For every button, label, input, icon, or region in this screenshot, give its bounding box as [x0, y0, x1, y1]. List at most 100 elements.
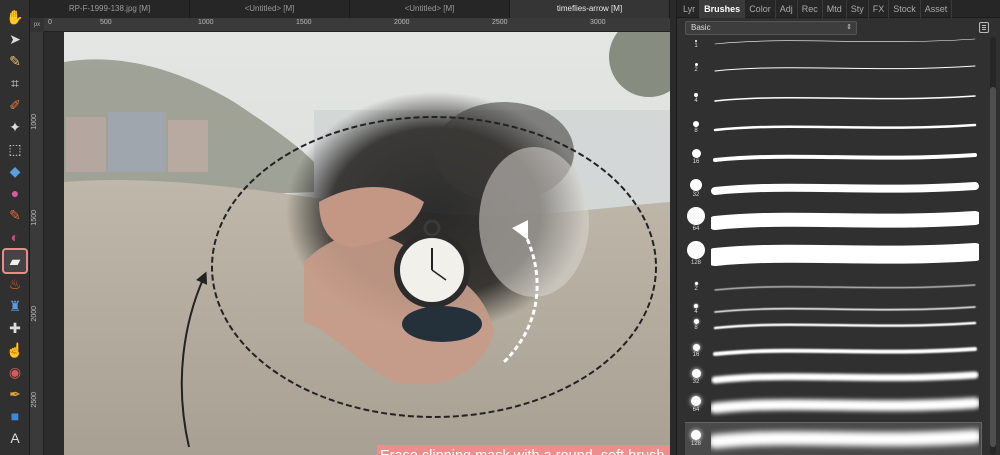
- crop-tool[interactable]: ⌗: [4, 72, 26, 94]
- horizontal-ruler[interactable]: 0 500 1000 1500 2000 2500 3000: [30, 18, 670, 32]
- brush-size-label: 8: [694, 127, 698, 134]
- view-tool[interactable]: ✋: [4, 6, 26, 28]
- move-pointer-icon: ➤: [9, 31, 21, 47]
- brush-preset[interactable]: 64: [685, 390, 981, 422]
- brush-size-label: 2: [694, 67, 698, 74]
- document-tab-1[interactable]: <Untitled> [M]: [190, 0, 350, 18]
- burn-tool[interactable]: ♨: [4, 273, 26, 295]
- ruler-top-label: 2500: [492, 19, 508, 26]
- studio-panel: Lyr Brushes Color Adj Rec Mtd Sty FX Stock Asset …: [676, 0, 1000, 455]
- panel-tab-fx[interactable]: FX: [869, 0, 890, 18]
- panel-tab-rec[interactable]: Rec: [798, 0, 823, 18]
- brush-tip-icon: [691, 396, 701, 407]
- gradient-tool[interactable]: ●: [4, 182, 26, 204]
- brush-stroke-preview: [711, 182, 979, 195]
- hand-icon: ✋: [6, 9, 24, 25]
- ruler-top-label: 500: [100, 19, 112, 26]
- erase-brush-tool[interactable]: ▰: [2, 248, 28, 274]
- brush-tip-icon: [694, 303, 698, 308]
- crop-icon: ⌗: [11, 75, 19, 91]
- canvas-area[interactable]: Erase clipping mask with a round, soft b…: [44, 32, 670, 455]
- stamp-icon: ♜: [8, 298, 22, 314]
- flood-fill-tool[interactable]: ◆: [4, 160, 26, 182]
- brush-preset[interactable]: 128: [685, 237, 981, 273]
- color-replacement-tool[interactable]: ◐: [4, 226, 26, 248]
- marquee-icon: ⬚: [8, 141, 22, 157]
- ruler-top-label: 1000: [198, 19, 214, 26]
- brush-preset[interactable]: 1: [685, 37, 981, 49]
- brush-size-label: 2: [694, 286, 698, 292]
- clone-tool[interactable]: ♜: [4, 295, 26, 317]
- brush-tip-icon: [691, 429, 701, 440]
- selection-brush-tool[interactable]: ✐: [4, 94, 26, 116]
- brush-stroke-preview: [711, 429, 979, 449]
- brush-preset[interactable]: 2: [685, 55, 981, 83]
- brush-size-label: 128: [690, 259, 701, 266]
- brush-size-label: 1: [694, 42, 698, 49]
- brush-preset[interactable]: 32: [685, 174, 981, 204]
- brush-stroke-preview: [711, 397, 979, 414]
- ruler-top-label: 1500: [296, 19, 312, 26]
- ruler-top-label: 3000: [590, 19, 606, 26]
- marquee-tool[interactable]: ⬚: [4, 138, 26, 160]
- panel-tab-mtd[interactable]: Mtd: [823, 0, 847, 18]
- ruler-left-label: 1000: [31, 114, 38, 130]
- eraser-icon: ▰: [9, 253, 21, 269]
- move-tool[interactable]: ➤: [4, 28, 26, 50]
- flood-select-tool[interactable]: ✦: [4, 116, 26, 138]
- artwork-graphic: [64, 32, 670, 455]
- brush-category-select[interactable]: Basic ⇕: [685, 21, 857, 35]
- panel-tab-adj[interactable]: Adj: [776, 0, 798, 18]
- brush-stroke-preview: [714, 65, 976, 72]
- brush-preset[interactable]: 64: [685, 203, 981, 239]
- brush-category-label: Basic: [691, 23, 711, 32]
- document-tabs: RP-F-1999-138.jpg [M] <Untitled> [M] <Un…: [30, 0, 670, 18]
- brush-tip-icon: [693, 319, 699, 324]
- gradient-wheel-icon: ●: [10, 185, 20, 201]
- magic-wand-icon: ✦: [9, 119, 21, 135]
- brush-preset[interactable]: 128: [685, 422, 982, 455]
- brush-tip-icon: [691, 368, 701, 378]
- color-picker-tool[interactable]: ✎: [4, 50, 26, 72]
- brush-stroke-preview: [711, 211, 979, 230]
- color-replace-icon: ◐: [10, 229, 20, 245]
- brush-stroke-preview: [714, 95, 976, 102]
- panel-tab-color[interactable]: Color: [745, 0, 776, 18]
- brush-tip-icon: [690, 178, 702, 191]
- red-eye-tool[interactable]: ◉: [4, 361, 26, 383]
- panel-tab-asset[interactable]: Asset: [921, 0, 953, 18]
- vertical-ruler[interactable]: 1000 1500 2000 2500: [30, 32, 44, 455]
- ruler-left-label: 2000: [31, 306, 38, 322]
- blemish-removal-tool[interactable]: ✚: [4, 317, 26, 339]
- panel-tab-lyr[interactable]: Lyr: [679, 0, 701, 18]
- ruler-top-label: 0: [48, 19, 52, 26]
- text-tool[interactable]: A: [4, 427, 26, 449]
- pen-tool[interactable]: ✒: [4, 383, 26, 405]
- brush-size-label: 64: [692, 225, 700, 232]
- scrollbar-thumb[interactable]: [990, 87, 996, 447]
- bandage-icon: ✚: [9, 320, 21, 336]
- shape-tool[interactable]: ■: [4, 405, 26, 427]
- brush-tip-icon: [687, 240, 705, 259]
- brush-size-label: 32: [692, 191, 700, 198]
- document-tab-3[interactable]: timeflies-arrow [M]: [510, 0, 670, 18]
- text-icon: A: [10, 430, 20, 446]
- brush-list-scrollbar[interactable]: [990, 37, 996, 455]
- artwork-image[interactable]: [64, 32, 670, 455]
- panel-tab-sty[interactable]: Sty: [847, 0, 869, 18]
- document-tab-2[interactable]: <Untitled> [M]: [350, 0, 510, 18]
- tools-toolbar: ✋ ➤ ✎ ⌗ ✐ ✦ ⬚ ◆ ● ✎ ◐ ▰ ♨ ♜ ✚ ☝ ◉ ✒ ■ A: [0, 0, 30, 455]
- ruler-top-label: 2000: [394, 19, 410, 26]
- paint-brush-tool[interactable]: ✎: [4, 204, 26, 226]
- brush-preset[interactable]: 8: [685, 113, 981, 143]
- document-tab-0[interactable]: RP-F-1999-138.jpg [M]: [30, 0, 190, 18]
- brush-tip-icon: [694, 63, 698, 67]
- smudge-tool[interactable]: ☝: [4, 339, 26, 361]
- ruler-left-label: 2500: [31, 392, 38, 408]
- panel-menu-icon[interactable]: [979, 22, 989, 33]
- brush-size-label: 4: [694, 97, 698, 104]
- brush-preset[interactable]: 16: [685, 143, 981, 173]
- panel-tab-stock[interactable]: Stock: [889, 0, 921, 18]
- brush-preset[interactable]: 4: [685, 84, 981, 114]
- panel-tab-brushes[interactable]: Brushes: [700, 0, 746, 18]
